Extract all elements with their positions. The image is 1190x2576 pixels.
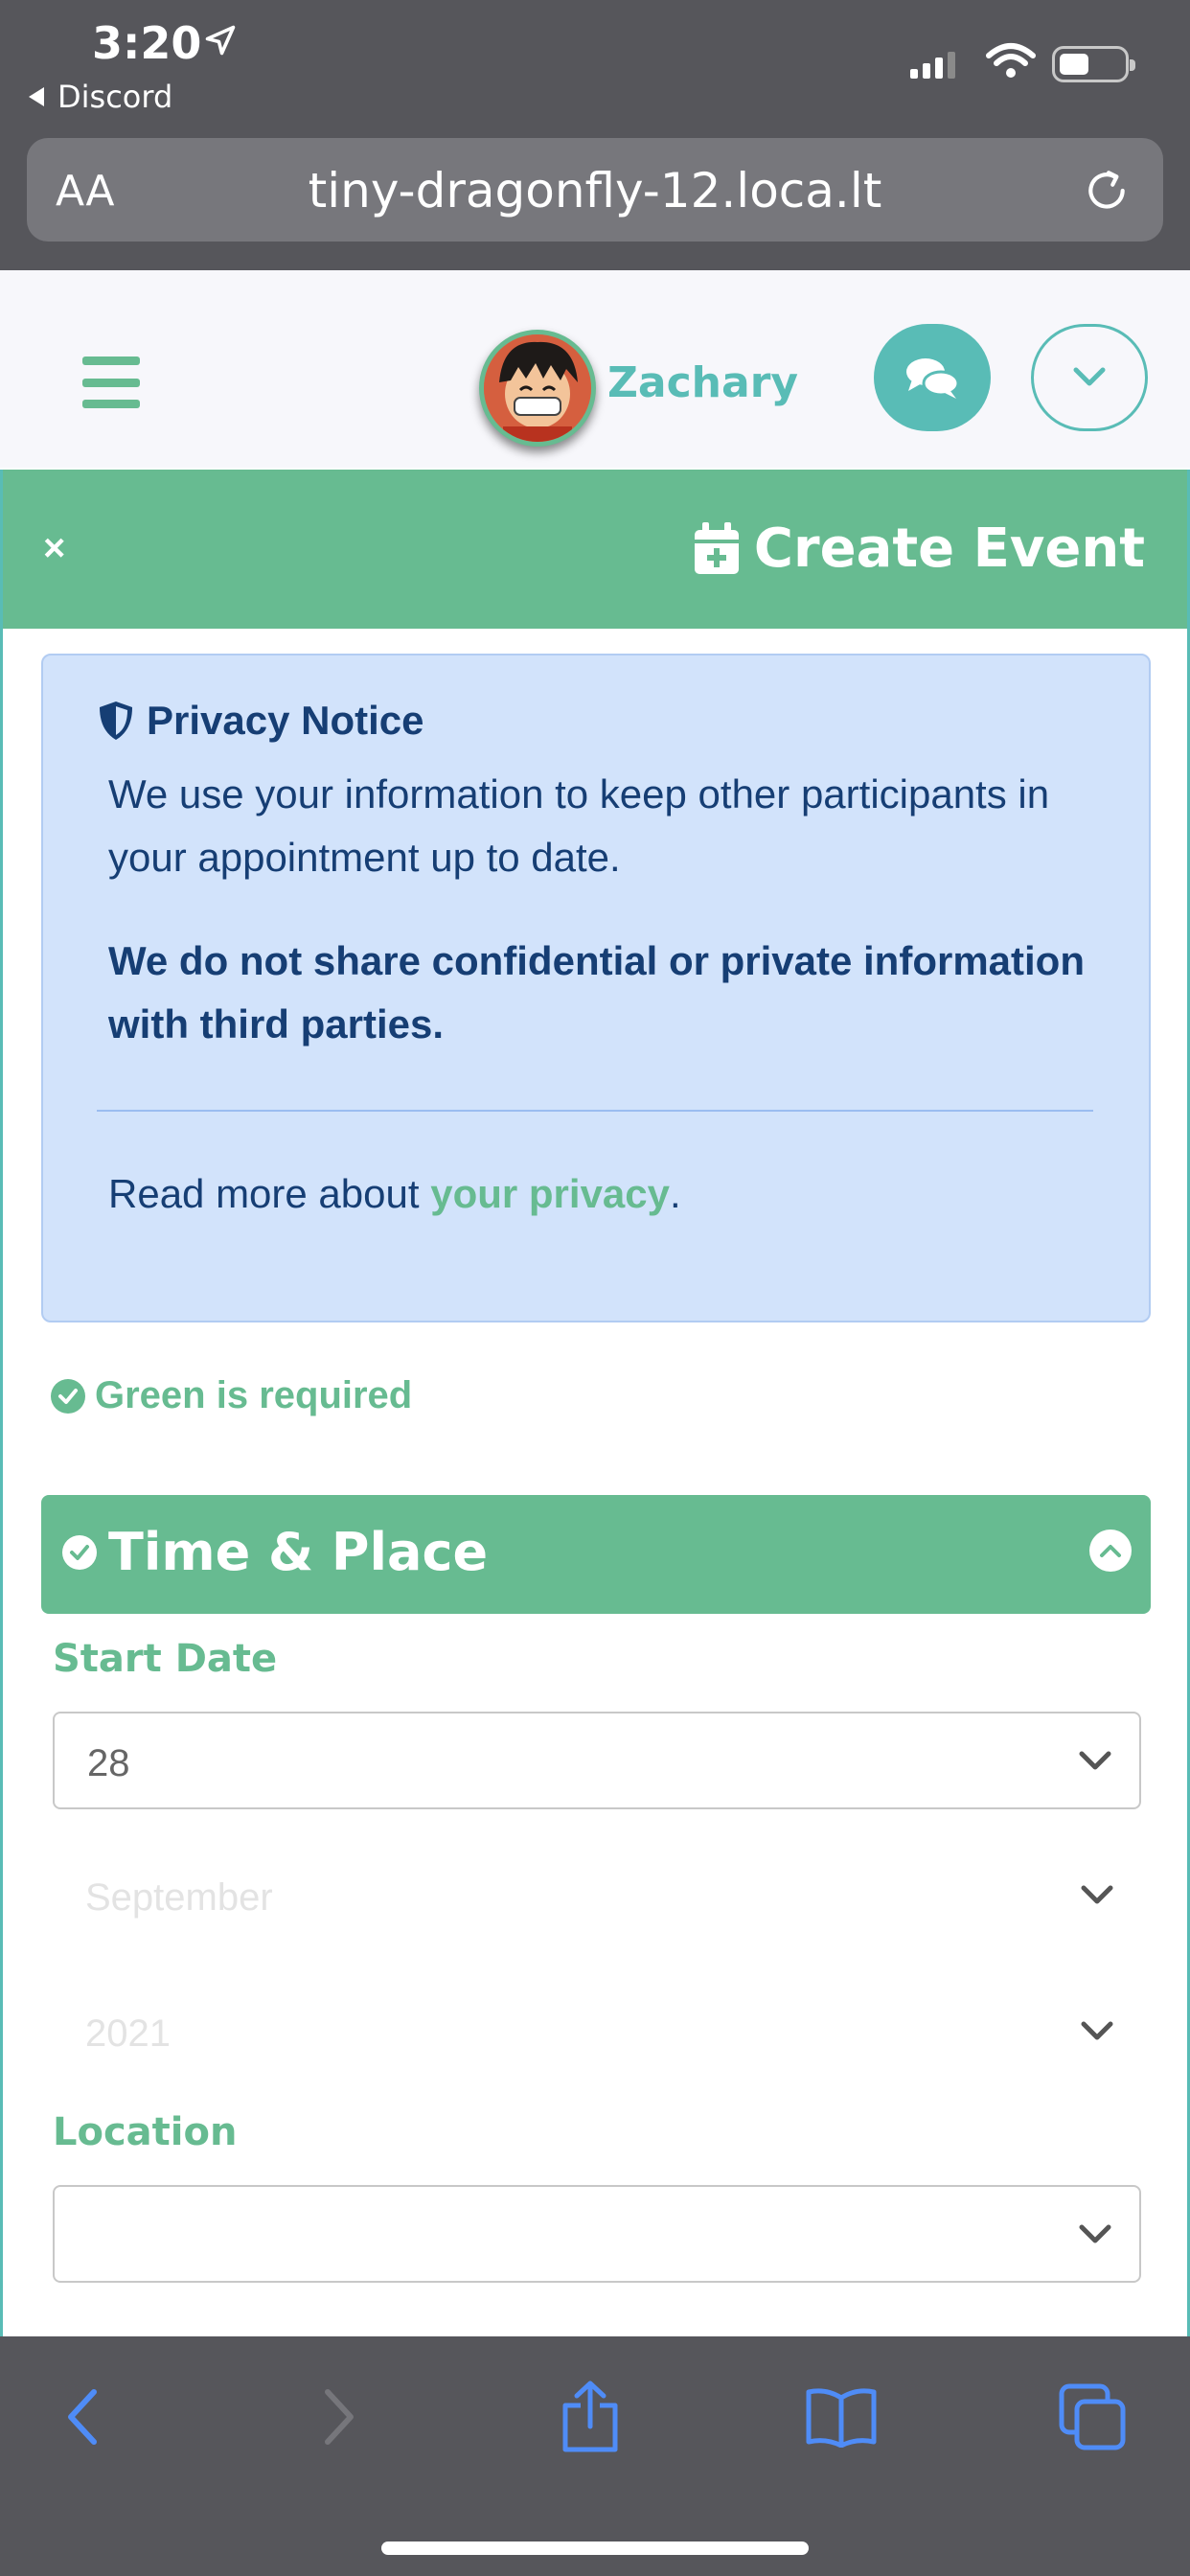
- location-select[interactable]: [53, 2185, 1141, 2283]
- privacy-notice: Privacy Notice We use your information t…: [41, 654, 1151, 1322]
- hamburger-menu-icon[interactable]: [82, 356, 140, 408]
- shield-icon: [100, 702, 132, 740]
- privacy-title-text: Privacy Notice: [147, 698, 424, 743]
- chevron-down-icon: [1081, 1885, 1113, 1904]
- clock-time: 3:20: [92, 17, 202, 69]
- avatar-cartoon-icon: [484, 334, 591, 442]
- safari-toolbar: [0, 2336, 1190, 2576]
- check-circle-icon: [51, 1378, 85, 1414]
- privacy-notice-title: Privacy Notice: [97, 698, 424, 744]
- share-icon: [562, 2380, 618, 2452]
- home-indicator: [381, 2542, 809, 2555]
- chevron-down-icon: [1079, 2224, 1111, 2243]
- reload-icon[interactable]: [1083, 167, 1131, 215]
- tabs-button[interactable]: [1054, 2379, 1131, 2455]
- forward-button[interactable]: [301, 2379, 378, 2455]
- location-label: Location: [53, 2110, 238, 2154]
- calendar-plus-icon: [694, 521, 739, 574]
- safari-address-area: AA tiny-dragonfly-12.loca.lt: [0, 134, 1190, 270]
- back-to-app-link[interactable]: Discord: [29, 79, 172, 115]
- privacy-emphasis-paragraph: We do not share confidential or private …: [108, 938, 1085, 1046]
- avatar[interactable]: [479, 330, 596, 447]
- privacy-link[interactable]: your privacy: [430, 1171, 670, 1216]
- privacy-paragraph: We use your information to keep other pa…: [108, 771, 1050, 880]
- check-circle-icon: [62, 1534, 97, 1570]
- address-bar[interactable]: AA tiny-dragonfly-12.loca.lt: [27, 138, 1163, 242]
- chat-button[interactable]: [874, 324, 991, 431]
- back-triangle-icon: [29, 87, 44, 106]
- section-title: Time & Place: [62, 1522, 488, 1582]
- bookmarks-button[interactable]: [803, 2379, 880, 2455]
- chevron-left-icon: [68, 2389, 97, 2445]
- close-button[interactable]: ×: [43, 527, 65, 570]
- required-note: Green is required: [51, 1374, 412, 1417]
- chevron-down-icon: [1079, 1751, 1111, 1770]
- modal-header: × Create Event: [3, 470, 1187, 629]
- create-event-modal: × Create Event Privacy Notice We use you…: [0, 470, 1190, 2336]
- share-button[interactable]: [552, 2379, 629, 2455]
- wifi-icon: [986, 43, 1036, 78]
- day-select[interactable]: 28: [53, 1712, 1141, 1809]
- user-name[interactable]: Zachary: [607, 358, 798, 407]
- modal-title-text: Create Event: [753, 518, 1145, 580]
- year-select[interactable]: 2021: [53, 1984, 1141, 2082]
- read-more-suffix: .: [670, 1171, 681, 1216]
- privacy-read-more: Read more about your privacy.: [108, 1171, 681, 1217]
- ios-status-bar: 3:20 Discord: [0, 0, 1190, 134]
- chat-bubbles-icon: [906, 358, 960, 399]
- section-title-text: Time & Place: [108, 1522, 489, 1582]
- month-select[interactable]: September: [53, 1848, 1141, 1945]
- read-more-prefix: Read more about: [108, 1171, 431, 1216]
- month-select-value: September: [85, 1876, 273, 1919]
- back-app-label: Discord: [57, 79, 173, 115]
- start-date-label: Start Date: [53, 1637, 278, 1681]
- account-dropdown-button[interactable]: [1031, 324, 1148, 431]
- url-text[interactable]: tiny-dragonfly-12.loca.lt: [27, 163, 1163, 218]
- chevron-down-icon: [1073, 367, 1106, 386]
- required-note-text: Green is required: [95, 1374, 413, 1416]
- location-arrow-icon: [205, 25, 236, 56]
- day-select-value: 28: [87, 1742, 130, 1784]
- top-navigation: Zachary: [0, 270, 1190, 468]
- chevron-down-icon: [1081, 2021, 1113, 2040]
- modal-title: Create Event: [693, 518, 1145, 580]
- battery-icon: [1052, 46, 1135, 82]
- chevron-up-circle-icon[interactable]: [1089, 1530, 1132, 1572]
- book-icon: [806, 2388, 877, 2448]
- year-select-value: 2021: [85, 2012, 171, 2055]
- chevron-right-icon: [325, 2389, 354, 2445]
- time-place-section-header[interactable]: Time & Place: [41, 1495, 1151, 1614]
- divider: [97, 1110, 1093, 1112]
- back-button[interactable]: [44, 2379, 121, 2455]
- web-page: Zachary × Create Event Privacy Notice We…: [0, 270, 1190, 2336]
- tabs-icon: [1059, 2383, 1126, 2450]
- cellular-signal-icon: [910, 50, 955, 79]
